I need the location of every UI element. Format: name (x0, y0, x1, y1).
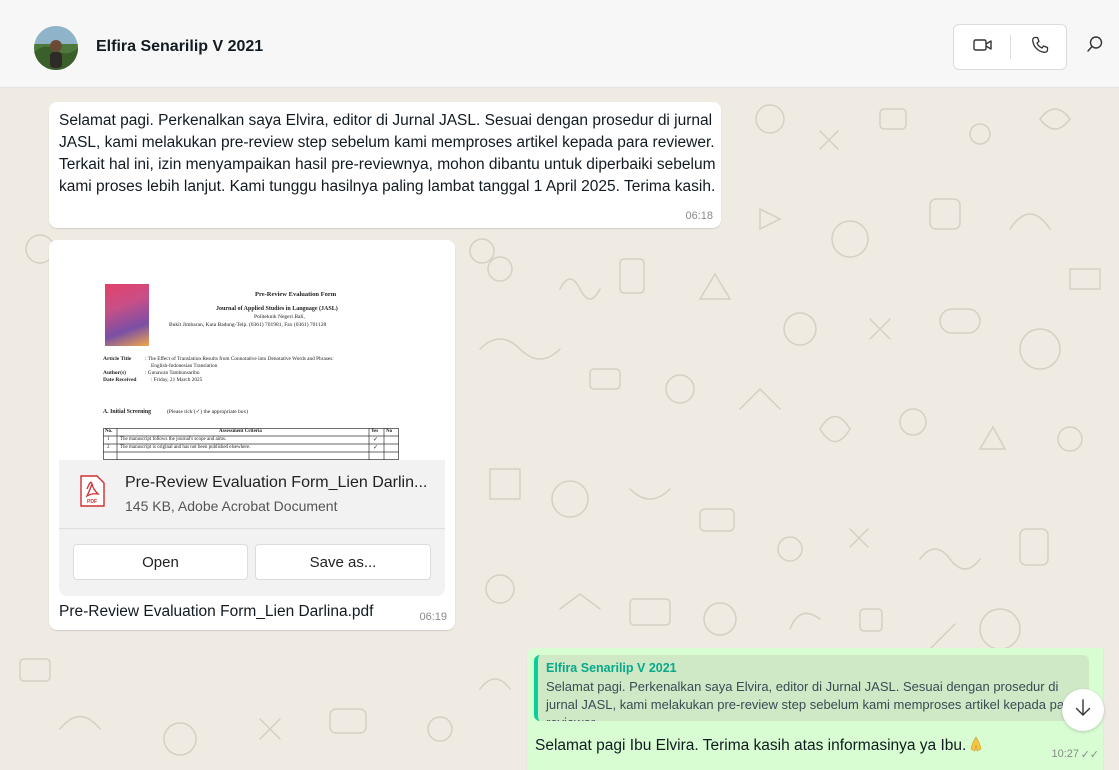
document-file-info[interactable]: PDF Pre-Review Evaluation Form_Lien Darl… (59, 460, 445, 528)
pdf-icon: PDF (79, 475, 105, 507)
video-call-button[interactable] (954, 25, 1011, 69)
search-button[interactable] (1082, 32, 1108, 60)
call-button-group (953, 24, 1067, 70)
open-document-button[interactable]: Open (73, 544, 248, 580)
preview-table-header-criteria: Assessment Criteria (219, 429, 262, 434)
document-file-meta: 145 KB, Adobe Acrobat Document (125, 498, 338, 514)
avatar[interactable] (34, 26, 78, 70)
preview-table-header-no: No. (105, 429, 113, 434)
preview-table-row2-criteria: The manuscript is original and has not b… (120, 445, 251, 450)
preview-title: Pre-Review Evaluation Form (255, 291, 337, 298)
preview-table-row1-criteria: The manuscript follows the journal's sco… (120, 437, 227, 442)
preview-section-note: (Please tick (✓) the appropriate box) (167, 409, 249, 415)
preview-date-value: : Friday, 21 March 2025 (151, 377, 203, 383)
quoted-text: Selamat pagi. Perkenalkan saya Elvira, e… (546, 679, 1076, 721)
document-file-name: Pre-Review Evaluation Form_Lien Darlin..… (125, 474, 428, 491)
scroll-to-bottom-button[interactable] (1062, 689, 1104, 731)
folded-hands-emoji (970, 736, 982, 752)
incoming-document-bubble[interactable]: Pre-Review Evaluation Form Journal of Ap… (49, 240, 455, 630)
chat-message-area[interactable]: Selamat pagi. Perkenalkan saya Elvira, e… (0, 89, 1119, 770)
document-card: Pre-Review Evaluation Form Journal of Ap… (59, 244, 445, 596)
reply-message-text: Selamat pagi Ibu Elvira. Terima kasih at… (535, 737, 967, 754)
preview-table-row2-yes: ✓ (373, 445, 379, 451)
preview-journal: Journal of Applied Studies in Language (… (216, 306, 338, 312)
outgoing-message-bubble[interactable]: Elfira Senarilip V 2021 Selamat pagi. Pe… (527, 648, 1103, 770)
document-divider (59, 528, 445, 529)
preview-article-title-label: Article Title (103, 356, 132, 362)
double-check-icon: ✓✓ (1080, 749, 1099, 761)
preview-authors-label: Author(s) (103, 370, 126, 376)
preview-section-heading: A. Initial Screening (103, 409, 152, 415)
message-time: 06:19 (419, 611, 447, 623)
preview-address: Bukit Jimbaran, Kuta Badung-Telp. (0361)… (169, 322, 327, 328)
preview-table-row2-no: 2 (107, 445, 110, 450)
preview-article-title-value: : The Effect of Translation Results from… (145, 356, 334, 362)
save-as-button[interactable]: Save as... (255, 544, 431, 580)
message-time: 10:27 (1051, 748, 1079, 760)
document-preview[interactable]: Pre-Review Evaluation Form Journal of Ap… (59, 244, 445, 460)
reply-message: Selamat pagi Ibu Elvira. Terima kasih at… (535, 736, 982, 755)
document-caption: Pre-Review Evaluation Form_Lien Darlina.… (59, 603, 374, 620)
preview-article-title-value2: English-Indonesian Translation (151, 363, 218, 369)
chat-contact-name[interactable]: Elfira Senarilip V 2021 (96, 38, 263, 56)
pdf-badge-label: PDF (87, 499, 97, 505)
search-icon (1086, 35, 1104, 58)
preview-institution: Politeknik Negeri Bali, (254, 314, 305, 320)
message-text: Selamat pagi. Perkenalkan saya Elvira, e… (59, 112, 716, 195)
chat-header: Elfira Senarilip V 2021 (0, 0, 1119, 88)
preview-table-header-yes: Yes (371, 429, 379, 434)
incoming-message-bubble[interactable]: Selamat pagi. Perkenalkan saya Elvira, e… (49, 102, 721, 228)
journal-cover-thumbnail (105, 284, 149, 346)
preview-table-row1-no: 1 (107, 437, 110, 442)
phone-icon (1031, 36, 1049, 59)
message-time: 06:18 (685, 210, 713, 222)
preview-table-header-no-col: No (386, 429, 393, 434)
preview-authors-value: : Gunawan Tambunsaribu (145, 370, 200, 376)
arrow-down-icon (1075, 698, 1091, 722)
video-camera-icon (972, 37, 993, 58)
quoted-message[interactable]: Elfira Senarilip V 2021 Selamat pagi. Pe… (534, 655, 1089, 721)
voice-call-button[interactable] (1011, 25, 1068, 69)
preview-table-row1-yes: ✓ (373, 437, 379, 443)
quoted-author: Elfira Senarilip V 2021 (546, 661, 677, 675)
preview-date-label: Date Received (103, 377, 137, 383)
